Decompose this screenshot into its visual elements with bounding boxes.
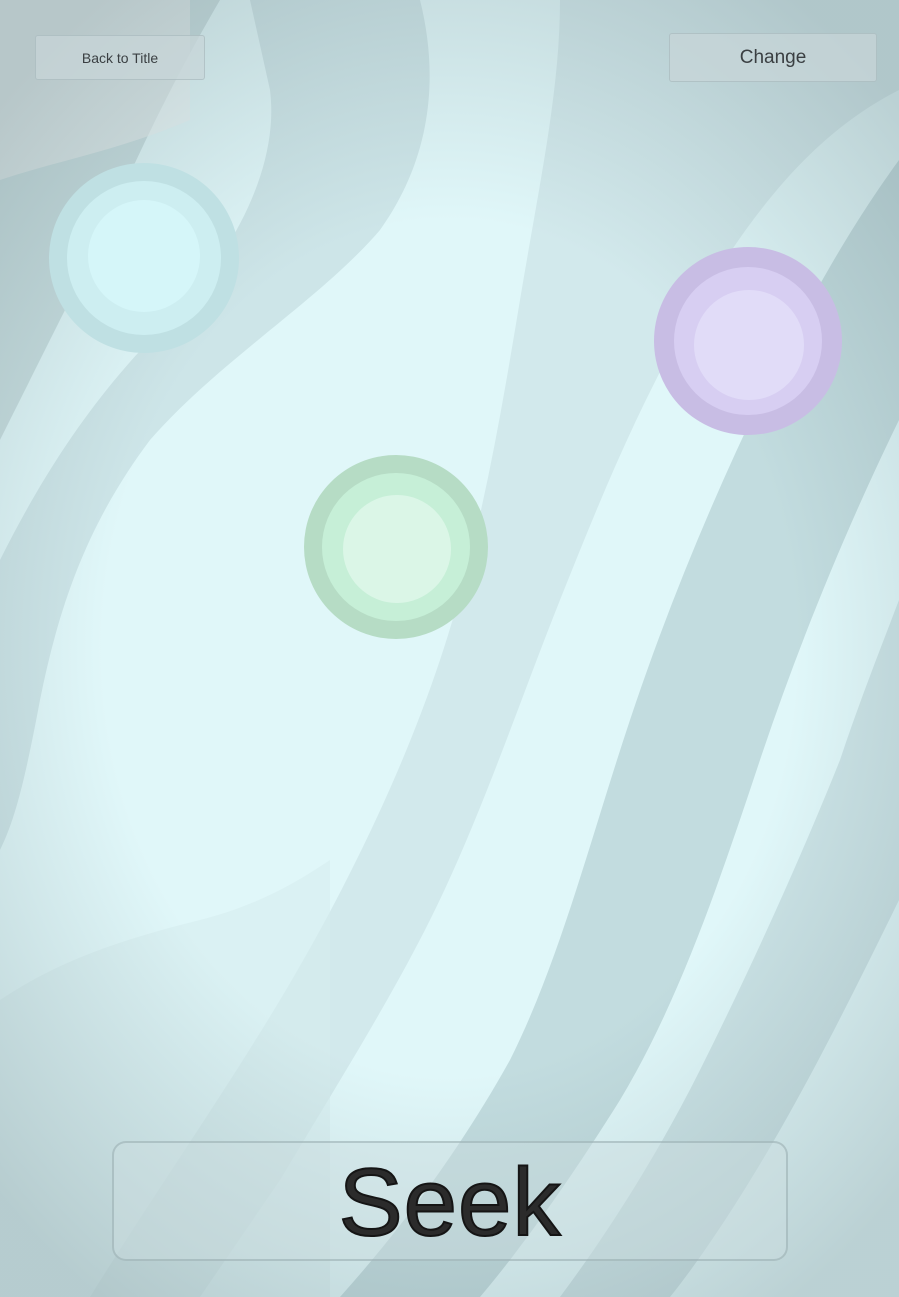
game-screen: Back to Title Change Seek <box>0 0 899 1297</box>
orb-purple[interactable] <box>654 247 842 435</box>
orb-purple-core <box>694 290 804 400</box>
seek-button[interactable]: Seek <box>112 1141 788 1261</box>
seek-label: Seek <box>338 1149 562 1256</box>
orb-cyan[interactable] <box>49 163 239 353</box>
orb-cyan-core <box>88 200 200 312</box>
orb-green-core <box>343 495 451 603</box>
change-button[interactable]: Change <box>669 33 877 82</box>
back-to-title-button[interactable]: Back to Title <box>35 35 205 80</box>
orb-green[interactable] <box>304 455 488 639</box>
